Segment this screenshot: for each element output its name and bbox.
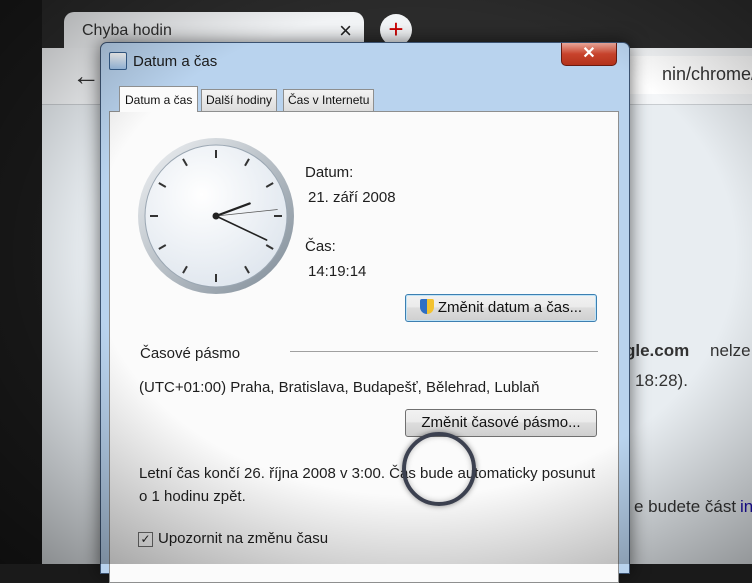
notify-checkbox[interactable]: ✓ bbox=[138, 532, 153, 547]
date-value: 21. září 2008 bbox=[308, 189, 396, 206]
tab-title: Chyba hodin bbox=[82, 22, 172, 39]
close-button[interactable]: ✕ bbox=[561, 43, 617, 66]
change-datetime-label: Změnit datum a čas... bbox=[437, 299, 583, 316]
tab-close-icon[interactable]: × bbox=[339, 18, 352, 44]
separator-line bbox=[290, 351, 598, 352]
time-value: 14:19:14 bbox=[308, 263, 367, 280]
uac-shield-icon bbox=[419, 299, 434, 314]
magnifier-cursor-icon bbox=[402, 432, 476, 506]
timezone-label: Časové pásmo bbox=[140, 345, 241, 362]
tab-strip: Chyba hodin × + bbox=[42, 0, 752, 50]
tab-panel: Datum: 21. září 2008 Čas: 14:19:14 Změni… bbox=[109, 111, 619, 583]
page-text-time: 18:28). bbox=[635, 371, 688, 390]
dialog-titlebar[interactable]: Datum a čas ✕ bbox=[101, 43, 629, 77]
change-timezone-label: Změnit časové pásmo... bbox=[421, 414, 581, 431]
tab-dalsi-hodiny[interactable]: Další hodiny bbox=[201, 89, 278, 111]
dialog-title: Datum a čas bbox=[133, 53, 218, 70]
change-datetime-button[interactable]: Změnit datum a čas... bbox=[405, 294, 597, 322]
date-label: Datum: bbox=[305, 164, 354, 181]
page-text-link[interactable]: in bbox=[740, 497, 752, 517]
close-icon: ✕ bbox=[582, 45, 596, 62]
tab-cas-v-internetu[interactable]: Čas v Internetu bbox=[283, 89, 375, 111]
page-text-domain: gle.com bbox=[625, 341, 690, 360]
checkmark-icon: ✓ bbox=[140, 532, 151, 546]
timezone-value: (UTC+01:00) Praha, Bratislava, Budapešť,… bbox=[139, 379, 540, 396]
datetime-app-icon bbox=[109, 52, 127, 70]
analog-clock bbox=[136, 136, 296, 296]
dst-info-line2: o 1 hodinu zpět. bbox=[139, 488, 246, 505]
datetime-dialog: Datum a čas ✕ Datum a čas Další hodiny Č… bbox=[100, 42, 630, 583]
page-text-budete: e budete část bbox=[634, 497, 737, 516]
tab-datum-a-cas[interactable]: Datum a čas bbox=[119, 86, 199, 112]
url-text: nin/chrome/syn bbox=[662, 64, 752, 84]
clock-face-icon bbox=[138, 138, 294, 294]
back-arrow-icon[interactable]: ← bbox=[72, 60, 100, 92]
notify-checkbox-label[interactable]: Upozornit na změnu času bbox=[158, 530, 328, 547]
time-label: Čas: bbox=[305, 238, 336, 255]
dst-info-line1: Letní čas končí 26. října 2008 v 3:00. Č… bbox=[139, 465, 596, 482]
page-text-nelze: nelze bbox=[710, 341, 751, 360]
